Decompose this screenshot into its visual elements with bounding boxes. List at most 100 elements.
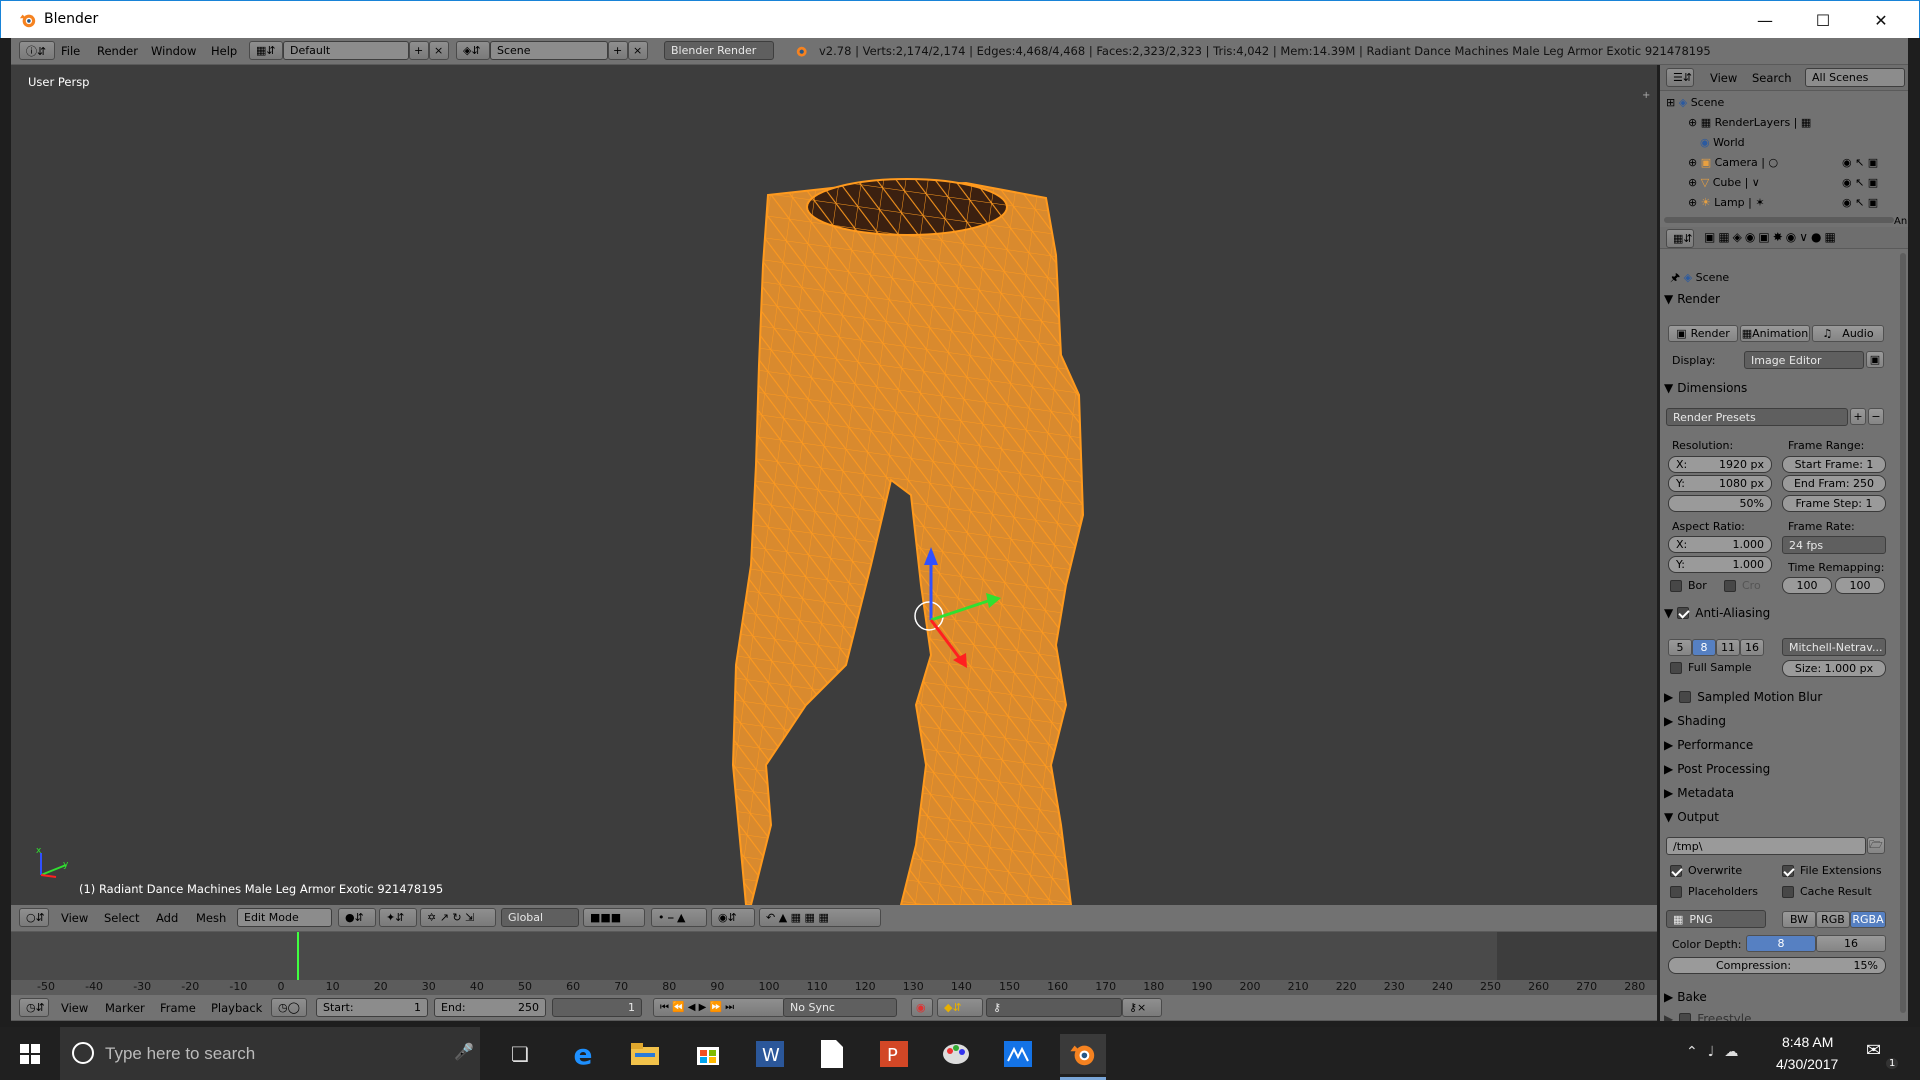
document-icon[interactable] (812, 1034, 852, 1074)
layout-add-button[interactable]: + (409, 41, 429, 60)
maximize-button[interactable]: ☐ (1794, 1, 1852, 39)
keyframe-insert-buttons[interactable]: ⚷× (1122, 998, 1162, 1017)
aa-size-field[interactable]: Size: 1.000 px (1782, 660, 1886, 677)
outliner-editor-type-button[interactable]: ☰⇵ (1666, 68, 1694, 87)
viewport-menu-view[interactable]: View (61, 911, 88, 925)
current-frame-marker[interactable] (297, 932, 299, 980)
word-icon[interactable]: W (750, 1034, 790, 1074)
sync-select[interactable]: No Sync (783, 998, 897, 1017)
panel-motion-blur-header[interactable]: ▶ Sampled Motion Blur (1664, 687, 1902, 707)
powerpoint-icon[interactable]: P (874, 1034, 914, 1074)
minimize-button[interactable]: — (1736, 1, 1794, 39)
properties-scrollbar[interactable] (1900, 253, 1906, 1013)
preset-remove-button[interactable]: − (1868, 408, 1884, 425)
aspect-y-field[interactable]: Y: 1.000 (1668, 556, 1772, 573)
current-frame-field[interactable]: 1 (552, 998, 642, 1017)
properties-tab-icons[interactable]: ▣▦◈◉▣✸◉∨●▦ (1704, 230, 1839, 244)
output-path-browse-button[interactable]: 🗁 (1867, 837, 1885, 854)
outliner-lamp-restrict-icons[interactable]: ◉ ↖ ▣ (1842, 196, 1878, 209)
render-engine-select[interactable]: Blender Render (664, 41, 774, 60)
full-sample-checkbox[interactable]: Full Sample (1670, 661, 1752, 674)
scene-add-button[interactable]: + (608, 41, 628, 60)
start-frame-field[interactable]: Start: 1 (316, 998, 428, 1017)
viewport-editor-type-button[interactable]: ○⇵ (19, 908, 49, 927)
timeline-menu-marker[interactable]: Marker (105, 1001, 145, 1015)
system-tray-icons[interactable]: ⌃♩☁ (1686, 1044, 1748, 1060)
outliner-filter-select[interactable]: All Scenes (1805, 68, 1905, 87)
color-depth-16[interactable]: 16 (1816, 935, 1886, 952)
manipulator-buttons[interactable]: ✡ ↗ ↻ ⇲ (420, 908, 496, 927)
border-checkbox[interactable]: Bor (1670, 579, 1707, 592)
proportional-edit-button[interactable]: ◉⇵ (711, 908, 755, 927)
end-frame-field[interactable]: End: 250 (434, 998, 546, 1017)
color-depth-8[interactable]: 8 (1746, 935, 1816, 952)
panel-performance-header[interactable]: ▶ Performance (1664, 735, 1902, 755)
outliner-menu-view[interactable]: View (1710, 71, 1737, 85)
timeline-menu-view[interactable]: View (61, 1001, 88, 1015)
outliner-cube-restrict-icons[interactable]: ◉ ↖ ▣ (1842, 176, 1878, 189)
record-button[interactable]: ◉ (911, 998, 933, 1017)
outliner-item-camera[interactable]: ⊕ ▣ Camera | ○ (1688, 156, 1778, 169)
frame-step-field[interactable]: Frame Step: 1 (1782, 495, 1886, 512)
remote-app-icon[interactable] (998, 1034, 1038, 1074)
panel-metadata-header[interactable]: ▶ Metadata (1664, 783, 1902, 803)
start-frame-field[interactable]: Start Frame: 1 (1782, 456, 1886, 473)
render-audio-button[interactable]: ♫ Audio (1812, 325, 1884, 342)
cache-result-checkbox[interactable]: Cache Result (1782, 885, 1872, 898)
paint-app-icon[interactable] (936, 1034, 976, 1074)
render-animation-button[interactable]: ▦ Animation (1740, 325, 1810, 342)
properties-editor-type-button[interactable]: ▦⇵ (1666, 229, 1694, 248)
color-mode-rgba[interactable]: RGBA (1850, 911, 1886, 928)
panel-aa-header[interactable]: ▼ Anti-Aliasing (1664, 603, 1902, 623)
file-format-select[interactable]: ▦ PNG (1666, 910, 1766, 928)
remap-new-field[interactable]: 100 (1835, 577, 1885, 594)
outliner-scrollbar[interactable] (1664, 217, 1894, 223)
viewport-menu-add[interactable]: Add (156, 911, 178, 925)
viewport-menu-select[interactable]: Select (104, 911, 139, 925)
file-explorer-icon[interactable] (625, 1034, 665, 1074)
editor-type-button[interactable]: ⓘ⇵ (19, 41, 55, 60)
outliner-tree[interactable]: ⊞ ◈ Scene ⊕ ▦ RenderLayers | ▦ ◉ World ⊕… (1660, 91, 1908, 227)
outliner-item-world[interactable]: ◉ World (1700, 136, 1745, 149)
outliner-menu-search[interactable]: Search (1752, 71, 1792, 85)
preset-add-button[interactable]: + (1850, 408, 1866, 425)
compression-slider[interactable]: Compression: 15% (1668, 957, 1886, 974)
aa-samples-5[interactable]: 5 (1668, 639, 1692, 656)
panel-freestyle-header[interactable]: ▶ Freestyle (1664, 1009, 1902, 1021)
end-frame-field[interactable]: End Fram: 250 (1782, 475, 1886, 492)
panel-output-header[interactable]: ▼ Output (1664, 807, 1902, 827)
render-presets-select[interactable]: Render Presets (1666, 408, 1848, 426)
keying-set-field[interactable]: ⚷ (986, 998, 1122, 1017)
layout-remove-button[interactable]: × (429, 41, 449, 60)
playback-controls[interactable]: ⏮ ⏪ ◀ ▶ ⏩ ⏭ (653, 998, 785, 1017)
timeline-editor-type-button[interactable]: ◷⇵ (19, 998, 49, 1017)
panel-shading-header[interactable]: ▶ Shading (1664, 711, 1902, 731)
blender-taskbar-icon[interactable] (1060, 1034, 1106, 1074)
render-button[interactable]: ▣ Render (1668, 325, 1738, 342)
scene-remove-button[interactable]: × (628, 41, 648, 60)
resolution-x-field[interactable]: X: 1920 px (1668, 456, 1772, 473)
remap-old-field[interactable]: 100 (1782, 577, 1832, 594)
timeline-menu-playback[interactable]: Playback (211, 1001, 262, 1015)
display-lock-button[interactable]: ▣ (1866, 351, 1884, 368)
layer-buttons[interactable]: ■■■ (583, 908, 645, 927)
overwrite-checkbox[interactable]: Overwrite (1670, 864, 1742, 877)
color-mode-bw[interactable]: BW (1782, 911, 1816, 928)
outliner-item-renderlayers[interactable]: ⊕ ▦ RenderLayers | ▦ (1688, 116, 1811, 129)
clock-date[interactable]: 4/30/2017 (1776, 1056, 1838, 1072)
panel-bake-header[interactable]: ▶ Bake (1664, 987, 1902, 1007)
aa-samples-11[interactable]: 11 (1716, 639, 1740, 656)
crop-checkbox[interactable]: Cro (1724, 579, 1761, 592)
properties-editor[interactable]: ▦⇵ ▣▦◈◉▣✸◉∨●▦ 🖈 ◈ Scene ▼ Render ▣ Rende… (1660, 227, 1908, 1021)
viewport-corner-plus-icon[interactable]: + (1642, 90, 1652, 101)
timeline-ruler[interactable]: -50 -40 -30 -20 -10 0 10 20 30 40 50 60 70 80 90 100 110… (11, 980, 1657, 996)
color-mode-rgb[interactable]: RGB (1816, 911, 1850, 928)
close-button[interactable]: ✕ (1852, 1, 1910, 39)
mode-select[interactable]: Edit Mode (237, 908, 332, 927)
layout-icon-button[interactable]: ▦⇵ (249, 41, 283, 60)
menu-help[interactable]: Help (211, 44, 237, 58)
pivot-select[interactable]: ✦⇵ (379, 908, 417, 927)
scene-field[interactable]: Scene (490, 41, 608, 60)
3d-viewport[interactable]: User Persp x y (1) Radiant Dance Machine… (11, 65, 1657, 905)
outliner-item-scene[interactable]: ⊞ ◈ Scene (1666, 96, 1724, 109)
